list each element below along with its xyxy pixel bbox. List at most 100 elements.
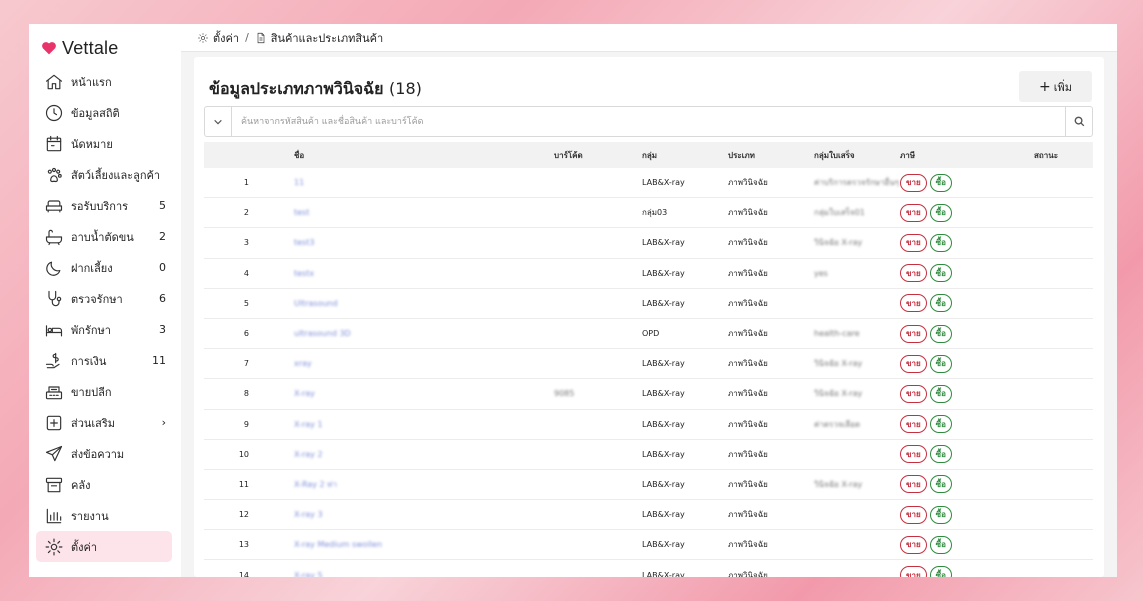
sell-tax-badge[interactable]: ขาย xyxy=(900,233,927,252)
table-row[interactable]: 10 X-ray 2 LAB&X-ray ภาพวินิจฉัย ขาย ซื้อ xyxy=(204,440,1093,470)
table-row[interactable]: 13 X-ray Medium swollen LAB&X-ray ภาพวินิจฉ… xyxy=(204,530,1093,561)
col-name-header[interactable]: ชื่อ xyxy=(294,149,554,162)
row-bill-group: yes xyxy=(814,268,828,278)
sidebar-item-15[interactable]: ตั้งค่า xyxy=(36,531,172,562)
sell-tax-badge[interactable]: ขาย xyxy=(900,203,927,222)
row-name[interactable]: Ultrasound xyxy=(294,299,554,308)
row-name[interactable]: X-ray Medium swollen xyxy=(294,540,554,549)
sofa-icon xyxy=(43,195,64,216)
row-bill-group: วินิจฉัย X-ray xyxy=(814,479,863,489)
buy-tax-badge[interactable]: ซื้อ xyxy=(929,384,952,403)
table-row[interactable]: 9 X-ray 1 LAB&X-ray ภาพวินิจฉัย ค่าตรวจเลือด… xyxy=(204,410,1093,440)
row-name[interactable]: X-ray 3 xyxy=(294,510,554,519)
row-name[interactable]: test3 xyxy=(294,238,554,247)
sell-tax-badge[interactable]: ขาย xyxy=(900,294,927,313)
table-row[interactable]: 7 xray LAB&X-ray ภาพวินิจฉัย วินิจฉัย X-ray ข… xyxy=(204,349,1093,380)
buy-tax-badge[interactable]: ซื้อ xyxy=(929,535,952,554)
buy-tax-badge[interactable]: ซื้อ xyxy=(929,324,952,343)
sidebar-item-3[interactable]: สัตว์เลี้ยงและลูกค้า xyxy=(36,159,172,190)
sidebar-item-7[interactable]: ตรวจรักษา 6 xyxy=(36,283,172,314)
row-tax: ขาย ซื้อ xyxy=(900,354,1034,373)
buy-tax-badge[interactable]: ซื้อ xyxy=(929,264,952,283)
row-group: LAB&X-ray xyxy=(642,449,685,459)
row-name[interactable]: X-ray 5 xyxy=(294,571,554,577)
buy-tax-badge[interactable]: ซื้อ xyxy=(929,354,952,373)
row-name[interactable]: xray xyxy=(294,359,554,368)
sell-tax-badge[interactable]: ขาย xyxy=(900,445,927,464)
row-name[interactable]: X-ray xyxy=(294,389,554,398)
col-bill-group-header[interactable]: กลุ่มใบเสร็จ xyxy=(814,149,900,162)
cash-register-icon xyxy=(43,381,64,402)
sidebar-item-10[interactable]: ขายปลีก xyxy=(36,376,172,407)
table-row[interactable]: 3 test3 LAB&X-ray ภาพวินิจฉัย วินิจฉัย X-ray… xyxy=(204,228,1093,259)
table-row[interactable]: 4 testx LAB&X-ray ภาพวินิจฉัย yes ขาย ซื้อ xyxy=(204,259,1093,289)
sell-tax-badge[interactable]: ขาย xyxy=(900,324,927,343)
row-name[interactable]: X-Ray 2 ท่า xyxy=(294,478,554,491)
buy-tax-badge[interactable]: ซื้อ xyxy=(929,415,952,434)
sidebar-item-11[interactable]: ส่วนเสริม › xyxy=(36,407,172,438)
row-type: ภาพวินิจฉัย xyxy=(728,479,768,489)
table-row[interactable]: 14 X-ray 5 LAB&X-ray ภาพวินิจฉัย ขาย ซื้อ xyxy=(204,560,1093,577)
buy-tax-badge[interactable]: ซื้อ xyxy=(929,505,952,524)
buy-tax-badge[interactable]: ซื้อ xyxy=(929,445,952,464)
row-bill-group: วินิจฉัย X-ray xyxy=(814,238,863,248)
sell-tax-badge[interactable]: ขาย xyxy=(900,384,927,403)
table-row[interactable]: 1 11 LAB&X-ray ภาพวินิจฉัย ค่าบริการตรวจรักษ… xyxy=(204,168,1093,199)
breadcrumb-root[interactable]: ตั้งค่า xyxy=(213,29,239,47)
sell-tax-badge[interactable]: ขาย xyxy=(900,173,927,192)
sell-tax-badge[interactable]: ขาย xyxy=(900,475,927,494)
add-button[interactable]: + เพิ่ม xyxy=(1019,71,1092,102)
row-bill-group: ค่าตรวจเลือด xyxy=(814,419,861,429)
sidebar-item-14[interactable]: รายงาน xyxy=(36,500,172,531)
table-row[interactable]: 11 X-Ray 2 ท่า LAB&X-ray ภาพวินิจฉัย วินิจฉั… xyxy=(204,470,1093,501)
send-icon xyxy=(43,443,64,464)
sidebar-item-9[interactable]: การเงิน 11 xyxy=(36,345,172,376)
table-row[interactable]: 5 Ultrasound LAB&X-ray ภาพวินิจฉัย ขาย ซื้อ xyxy=(204,289,1093,319)
sidebar-item-label: นัดหมาย xyxy=(71,137,113,151)
row-name[interactable]: testx xyxy=(294,269,554,278)
col-tax-header[interactable]: ภาษี xyxy=(900,149,1034,162)
buy-tax-badge[interactable]: ซื้อ xyxy=(929,203,952,222)
row-name[interactable]: 11 xyxy=(294,178,554,187)
app-logo[interactable]: Vettale xyxy=(41,36,118,60)
sell-tax-badge[interactable]: ขาย xyxy=(900,264,927,283)
row-type: ภาพวินิจฉัย xyxy=(728,208,768,218)
sell-tax-badge[interactable]: ขาย xyxy=(900,535,927,554)
row-name[interactable]: ultrasound 3D xyxy=(294,329,554,338)
search-filter-dropdown[interactable] xyxy=(205,107,232,136)
table-row[interactable]: 8 X-ray 9085 LAB&X-ray ภาพวินิจฉัย วินิจฉัย X… xyxy=(204,379,1093,410)
row-name[interactable]: X-ray 1 xyxy=(294,420,554,429)
sidebar-item-2[interactable]: นัดหมาย xyxy=(36,128,172,159)
buy-tax-badge[interactable]: ซื้อ xyxy=(929,294,952,313)
sidebar-item-13[interactable]: คลัง xyxy=(36,469,172,500)
buy-tax-badge[interactable]: ซื้อ xyxy=(929,475,952,494)
buy-tax-badge[interactable]: ซื้อ xyxy=(929,173,952,192)
sidebar-item-4[interactable]: รอรับบริการ 5 xyxy=(36,190,172,221)
sidebar-item-0[interactable]: หน้าแรก xyxy=(36,66,172,97)
search-input[interactable] xyxy=(232,107,1065,136)
table-row[interactable]: 12 X-ray 3 LAB&X-ray ภาพวินิจฉัย ขาย ซื้อ xyxy=(204,500,1093,531)
row-name[interactable]: test xyxy=(294,208,554,217)
search-button[interactable] xyxy=(1065,107,1092,136)
col-group-header[interactable]: กลุ่ม xyxy=(642,149,728,162)
sell-tax-badge[interactable]: ขาย xyxy=(900,415,927,434)
row-type: ภาพวินิจฉัย xyxy=(728,389,768,399)
sidebar-item-5[interactable]: อาบน้ำตัดขน 2 xyxy=(36,221,172,252)
sell-tax-badge[interactable]: ขาย xyxy=(900,505,927,524)
table-row[interactable]: 6 ultrasound 3D OPD ภาพวินิจฉัย health-care ข… xyxy=(204,319,1093,350)
sidebar-item-12[interactable]: ส่งข้อความ xyxy=(36,438,172,469)
table-row[interactable]: 2 test กลุ่ม03 ภาพวินิจฉัย กลุ่มใบเสร็จ01 ขาย… xyxy=(204,198,1093,229)
sell-tax-badge[interactable]: ขาย xyxy=(900,354,927,373)
main-panel: ข้อมูลประเภทภาพวินิจฉัย (18) + เพิ่ม ชื่… xyxy=(194,57,1104,577)
sidebar-item-1[interactable]: ข้อมูลสถิติ xyxy=(36,97,172,128)
sidebar-item-badge: 2 xyxy=(159,230,166,243)
col-type-header[interactable]: ประเภท xyxy=(728,149,814,162)
col-barcode-header[interactable]: บาร์โค้ด xyxy=(554,149,642,162)
buy-tax-badge[interactable]: ซื้อ xyxy=(929,566,952,577)
sell-tax-badge[interactable]: ขาย xyxy=(900,566,927,577)
sidebar-item-6[interactable]: ฝากเลี้ยง 0 xyxy=(36,252,172,283)
col-status-header[interactable]: สถานะ xyxy=(1034,149,1093,162)
buy-tax-badge[interactable]: ซื้อ xyxy=(929,233,952,252)
row-name[interactable]: X-ray 2 xyxy=(294,450,554,459)
sidebar-item-8[interactable]: พักรักษา 3 xyxy=(36,314,172,345)
